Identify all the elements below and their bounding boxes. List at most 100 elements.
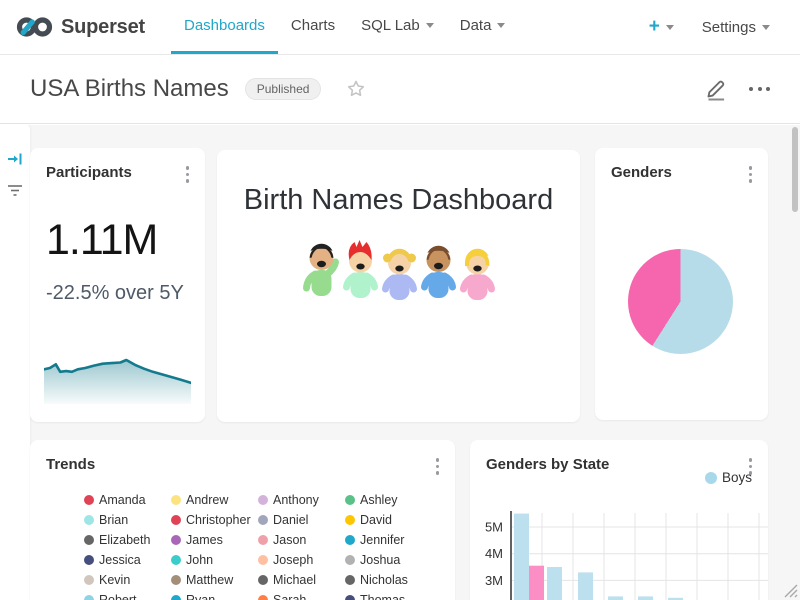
filter-icon[interactable]	[7, 183, 23, 202]
series-name: Anthony	[273, 493, 319, 507]
series-color-dot	[345, 515, 355, 525]
plus-icon: +	[649, 16, 660, 38]
trends-legend-item[interactable]: Elizabeth	[84, 530, 171, 550]
chart-title[interactable]: Genders by State	[486, 456, 609, 473]
svg-text:5M: 5M	[485, 520, 503, 535]
series-color-dot	[84, 555, 94, 565]
series-color-dot	[171, 595, 181, 600]
trends-legend-item[interactable]: Jennifer	[345, 530, 432, 550]
series-color-dot	[258, 515, 268, 525]
trendline-chart	[44, 342, 191, 404]
more-options-icon[interactable]	[184, 164, 192, 185]
trends-legend-item[interactable]: Jessica	[84, 550, 171, 570]
trends-legend-item[interactable]: Joseph	[258, 550, 345, 570]
svg-text:3M: 3M	[485, 573, 503, 588]
trends-legend-item[interactable]: Ryan	[171, 590, 258, 600]
series-color-dot	[84, 575, 94, 585]
chart-title[interactable]: Participants	[46, 164, 132, 181]
chevron-down-icon	[762, 25, 770, 30]
series-name: Nicholas	[360, 573, 408, 587]
series-name: Joseph	[273, 553, 313, 567]
series-color-dot	[171, 495, 181, 505]
trends-legend-item[interactable]: David	[345, 510, 432, 530]
infinity-logo-icon	[16, 14, 53, 40]
superset-logo[interactable]: Superset	[16, 0, 145, 54]
series-color-dot	[258, 555, 268, 565]
settings-menu[interactable]: Settings	[702, 19, 770, 36]
nav-label: Charts	[291, 17, 335, 34]
top-navbar: Superset Dashboards Charts SQL Lab Data …	[0, 0, 800, 55]
trends-legend-item[interactable]: Thomas	[345, 590, 432, 600]
expand-filter-bar-icon[interactable]	[7, 151, 23, 172]
trends-legend-item[interactable]: Sarah	[258, 590, 345, 600]
dashboard-header: USA Births Names Published	[0, 55, 800, 124]
trends-legend-item[interactable]: Anthony	[258, 490, 345, 510]
series-name: Michael	[273, 573, 316, 587]
series-color-dot	[84, 515, 94, 525]
trends-legend: Amanda Andrew Anthony Ashley Brian Christophe…	[84, 490, 432, 600]
chart-card-trends: Trends Amanda Andrew Anthony Ashley Brian Chr…	[30, 440, 455, 600]
series-color-dot	[345, 575, 355, 585]
big-number-value: 1.11M	[46, 216, 157, 265]
more-options-icon[interactable]	[747, 164, 755, 185]
children-illustration	[301, 238, 496, 300]
series-color-dot	[345, 535, 355, 545]
dashboard-grid: Participants 1.11M -22.5% over 5Y Birth …	[0, 125, 800, 600]
trends-legend-item[interactable]: Matthew	[171, 570, 258, 590]
trends-legend-item[interactable]: Robert	[84, 590, 171, 600]
nav-label: SQL Lab	[361, 17, 420, 34]
legend-item-boys[interactable]: Boys	[705, 470, 752, 485]
chart-title[interactable]: Trends	[46, 456, 95, 473]
series-color-dot	[258, 535, 268, 545]
series-color-dot	[345, 555, 355, 565]
chart-card-genders: Genders	[595, 148, 768, 420]
series-color-dot	[345, 495, 355, 505]
more-options-icon[interactable]	[434, 456, 442, 477]
series-name: Andrew	[186, 493, 228, 507]
trends-legend-item[interactable]: Christopher	[171, 510, 258, 530]
series-color-dot	[705, 472, 717, 484]
series-color-dot	[171, 555, 181, 565]
series-name: Ashley	[360, 493, 398, 507]
favorite-star-icon[interactable]	[345, 78, 367, 100]
trends-legend-item[interactable]: Nicholas	[345, 570, 432, 590]
series-name: Joshua	[360, 553, 400, 567]
trends-legend-item[interactable]: James	[171, 530, 258, 550]
trends-legend-item[interactable]: Amanda	[84, 490, 171, 510]
series-color-dot	[171, 515, 181, 525]
resize-handle-icon[interactable]	[780, 580, 798, 598]
series-name: Elizabeth	[99, 533, 150, 547]
chart-card-participants: Participants 1.11M -22.5% over 5Y	[30, 148, 205, 422]
genders-pie-chart[interactable]	[628, 249, 733, 354]
trends-legend-item[interactable]: Michael	[258, 570, 345, 590]
series-name: Boys	[722, 470, 752, 485]
series-color-dot	[84, 595, 94, 600]
series-name: Robert	[99, 593, 137, 600]
series-color-dot	[84, 535, 94, 545]
published-badge[interactable]: Published	[245, 78, 322, 100]
series-name: Matthew	[186, 573, 233, 587]
trends-legend-item[interactable]: Brian	[84, 510, 171, 530]
trends-legend-item[interactable]: Kevin	[84, 570, 171, 590]
chart-title[interactable]: Genders	[611, 164, 672, 181]
nav-item-dashboards[interactable]: Dashboards	[171, 0, 278, 54]
series-name: Christopher	[186, 513, 251, 527]
series-name: James	[186, 533, 223, 547]
nav-item-charts[interactable]: Charts	[278, 0, 348, 54]
svg-text:4M: 4M	[485, 546, 503, 561]
edit-dashboard-icon[interactable]	[705, 77, 729, 101]
trends-legend-item[interactable]: Jason	[258, 530, 345, 550]
series-name: David	[360, 513, 392, 527]
chevron-down-icon	[666, 25, 674, 30]
nav-item-data[interactable]: Data	[447, 0, 519, 54]
trends-legend-item[interactable]: Daniel	[258, 510, 345, 530]
trends-legend-item[interactable]: Andrew	[171, 490, 258, 510]
nav-item-sql-lab[interactable]: SQL Lab	[348, 0, 447, 54]
more-actions-icon[interactable]	[749, 87, 770, 91]
trends-legend-item[interactable]: Ashley	[345, 490, 432, 510]
trends-legend-item[interactable]: John	[171, 550, 258, 570]
bar-chart[interactable]: 5M 4M 3M	[470, 485, 768, 600]
trends-legend-item[interactable]: Joshua	[345, 550, 432, 570]
new-item-button[interactable]: +	[649, 16, 674, 38]
vertical-scrollbar[interactable]	[792, 127, 798, 212]
